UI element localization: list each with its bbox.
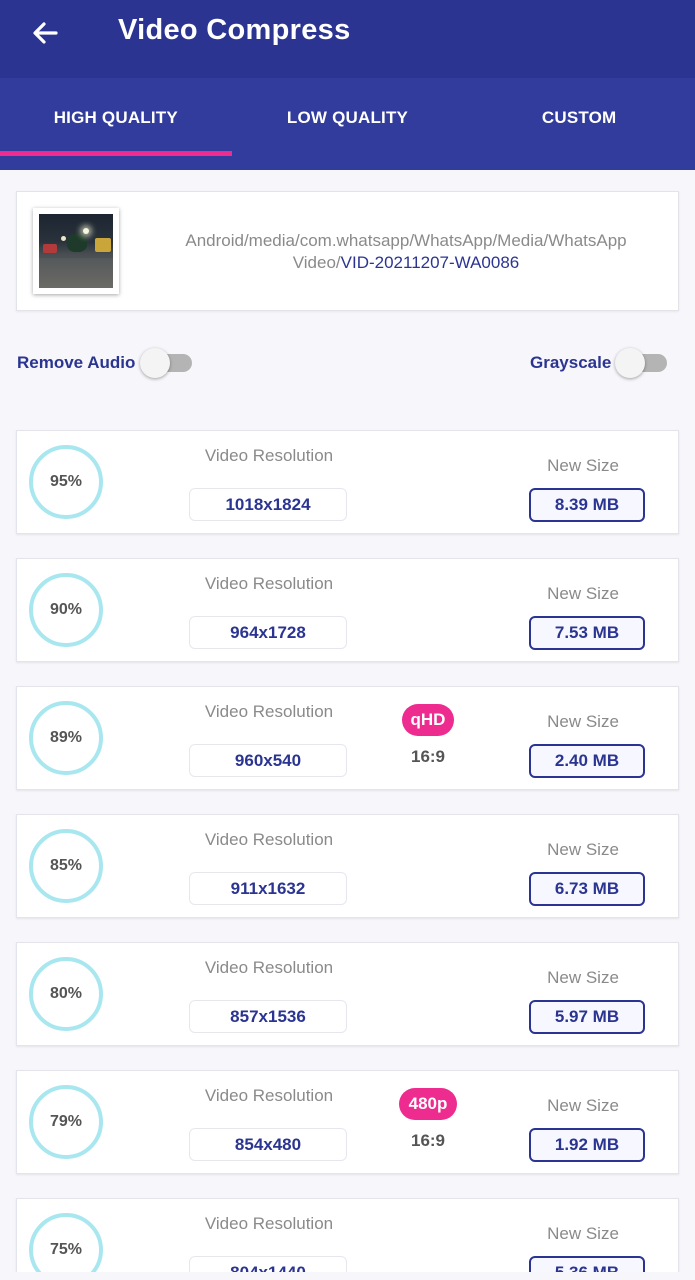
tab-label: CUSTOM (541, 108, 617, 127)
preset-card-95[interactable]: 95% Video Resolution 1018x1824 New Size … (16, 430, 679, 534)
arrow-left-icon (33, 22, 58, 44)
resolution-label: Video Resolution (204, 446, 334, 465)
file-path: Android/media/com.whatsapp/WhatsApp/Medi… (147, 230, 665, 274)
video-thumbnail[interactable] (33, 208, 119, 294)
bottom-edge (0, 1272, 695, 1280)
size-value: 5.97 MB (529, 1000, 645, 1034)
tab-high-quality[interactable]: HIGH QUALITY (0, 78, 232, 170)
file-card: Android/media/com.whatsapp/WhatsApp/Medi… (16, 191, 679, 311)
quality-ring: 95% (29, 445, 103, 519)
size-label: New Size (547, 712, 619, 731)
tab-bar: HIGH QUALITY LOW QUALITY CUSTOM (0, 78, 695, 170)
tab-low-quality[interactable]: LOW QUALITY (232, 78, 464, 170)
format-badge: 480p (399, 1088, 457, 1120)
preset-card-79[interactable]: 79% Video Resolution 854x480 480p 16:9 N… (16, 1070, 679, 1174)
toggle-knob (615, 348, 645, 378)
thumbnail-image (39, 214, 113, 288)
size-label: New Size (547, 584, 619, 603)
resolution-label: Video Resolution (204, 958, 334, 977)
preset-card-75[interactable]: 75% Video Resolution 804x1440 New Size 5… (16, 1198, 679, 1280)
remove-audio-label: Remove Audio (17, 353, 136, 372)
grayscale-toggle[interactable] (615, 348, 671, 378)
size-label: New Size (547, 1096, 619, 1115)
size-value: 1.92 MB (529, 1128, 645, 1162)
options-row: Remove Audio Grayscale (16, 340, 679, 386)
preset-card-80[interactable]: 80% Video Resolution 857x1536 New Size 5… (16, 942, 679, 1046)
size-label: New Size (547, 1224, 619, 1243)
resolution-label: Video Resolution (204, 574, 334, 593)
preset-card-85[interactable]: 85% Video Resolution 911x1632 New Size 6… (16, 814, 679, 918)
toggle-knob (140, 348, 170, 378)
remove-audio-toggle[interactable] (140, 348, 196, 378)
resolution-value: 911x1632 (189, 872, 347, 905)
page-title: Video Compress (118, 14, 351, 46)
format-badge: qHD (402, 704, 454, 736)
quality-ring: 79% (29, 1085, 103, 1159)
tab-custom[interactable]: CUSTOM (463, 78, 695, 170)
resolution-label: Video Resolution (204, 830, 334, 849)
size-label: New Size (547, 840, 619, 859)
quality-ring: 85% (29, 829, 103, 903)
size-value: 6.73 MB (529, 872, 645, 906)
size-value: 2.40 MB (529, 744, 645, 778)
resolution-label: Video Resolution (204, 1086, 334, 1105)
resolution-label: Video Resolution (204, 702, 334, 721)
size-label: New Size (547, 968, 619, 987)
preset-card-90[interactable]: 90% Video Resolution 964x1728 New Size 7… (16, 558, 679, 662)
resolution-value: 1018x1824 (189, 488, 347, 521)
quality-ring: 89% (29, 701, 103, 775)
tab-indicator (0, 151, 232, 156)
quality-ring: 90% (29, 573, 103, 647)
resolution-label: Video Resolution (204, 1214, 334, 1233)
resolution-value: 854x480 (189, 1128, 347, 1161)
size-label: New Size (547, 456, 619, 475)
tab-label: LOW QUALITY (286, 108, 409, 127)
size-value: 7.53 MB (529, 616, 645, 650)
resolution-value: 857x1536 (189, 1000, 347, 1033)
app-bar: Video Compress (0, 0, 695, 78)
resolution-value: 960x540 (189, 744, 347, 777)
resolution-value: 964x1728 (189, 616, 347, 649)
quality-ring: 75% (29, 1213, 103, 1279)
quality-ring: 80% (29, 957, 103, 1031)
preset-card-89[interactable]: 89% Video Resolution 960x540 qHD 16:9 Ne… (16, 686, 679, 790)
back-button[interactable] (28, 16, 62, 50)
tab-label: HIGH QUALITY (53, 108, 178, 127)
grayscale-label: Grayscale (530, 353, 612, 372)
file-name: VID-20211207-WA0086 (340, 253, 520, 272)
aspect-ratio: 16:9 (410, 747, 446, 766)
size-value: 8.39 MB (529, 488, 645, 522)
aspect-ratio: 16:9 (410, 1131, 446, 1150)
